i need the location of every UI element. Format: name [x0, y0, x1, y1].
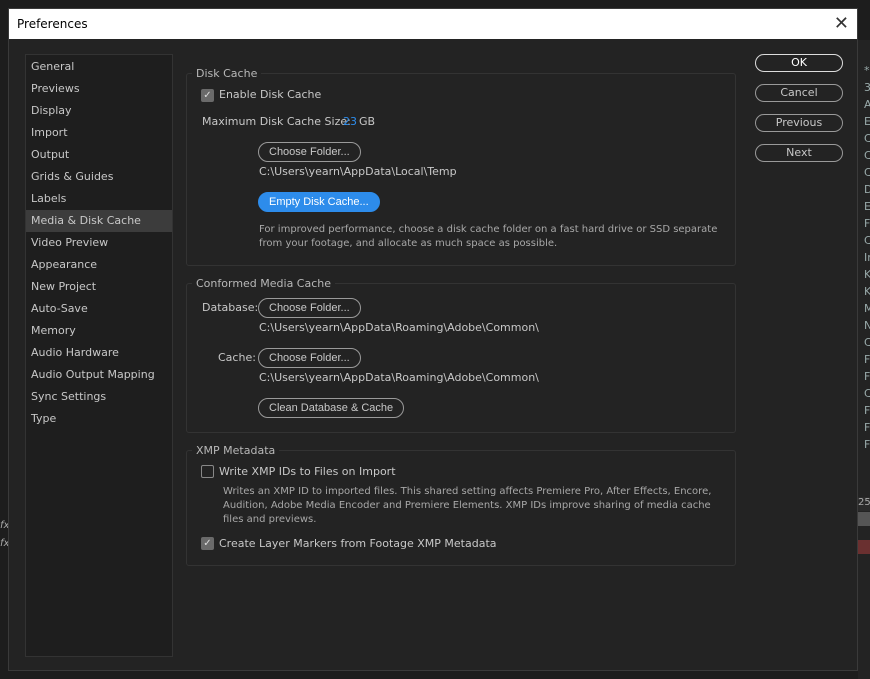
background-list-item: N [864, 319, 870, 332]
empty-disk-cache-button[interactable]: Empty Disk Cache... [258, 192, 380, 212]
background-list-item: * [864, 64, 870, 77]
sidebar-item-new-project[interactable]: New Project [26, 276, 172, 298]
background-list-item: A [864, 98, 870, 111]
sidebar-item-audio-output-mapping[interactable]: Audio Output Mapping [26, 364, 172, 386]
background-fx-label: fx [0, 520, 10, 531]
max-size-label: Maximum Disk Cache Size: [202, 115, 351, 128]
background-panel-list: * 3 A E C C C D E F C Ir K K M N C F F C F F F [858, 40, 870, 679]
max-size-value[interactable]: 23 [343, 115, 357, 128]
database-path: C:\Users\yearn\AppData\Roaming\Adobe\Com… [259, 321, 539, 334]
database-choose-folder-button[interactable]: Choose Folder... [258, 298, 361, 318]
background-readout: 250 [858, 497, 870, 511]
sidebar-item-video-preview[interactable]: Video Preview [26, 232, 172, 254]
sidebar-item-media-disk-cache[interactable]: Media & Disk Cache [26, 210, 172, 232]
close-icon[interactable]: ✕ [834, 9, 849, 39]
xmp-legend: XMP Metadata [196, 444, 276, 457]
background-red-bar [858, 540, 870, 554]
sidebar-item-general[interactable]: General [26, 56, 172, 78]
disk-cache-legend: Disk Cache [196, 67, 258, 80]
enable-disk-cache-label: Enable Disk Cache [219, 88, 322, 101]
background-list-item: 3 [864, 81, 870, 94]
sidebar: General Previews Display Import Output Grids … [25, 54, 173, 657]
disk-cache-hint: For improved performance, choose a disk … [259, 224, 718, 249]
background-list-item: D [864, 183, 870, 196]
conformed-legend: Conformed Media Cache [196, 277, 332, 290]
background-bar [858, 512, 870, 526]
sidebar-item-sync-settings[interactable]: Sync Settings [26, 386, 172, 408]
background-list-item: F [864, 353, 870, 366]
create-layer-markers-checkbox[interactable]: ✓ [201, 537, 214, 550]
dialog-title: Preferences [17, 17, 88, 31]
background-list-item: F [864, 370, 870, 383]
sidebar-item-memory[interactable]: Memory [26, 320, 172, 342]
background-list-item: Ir [864, 251, 870, 264]
sidebar-item-import[interactable]: Import [26, 122, 172, 144]
cancel-button[interactable]: Cancel [755, 84, 843, 102]
enable-disk-cache-checkbox[interactable]: ✓ [201, 89, 214, 102]
background-list-item: F [864, 217, 870, 230]
sidebar-item-auto-save[interactable]: Auto-Save [26, 298, 172, 320]
write-xmp-hint: Writes an XMP ID to imported files. This… [223, 486, 712, 525]
cache-choose-folder-button[interactable]: Choose Folder... [258, 348, 361, 368]
background-fx-label: fx [0, 538, 10, 549]
sidebar-item-grids-guides[interactable]: Grids & Guides [26, 166, 172, 188]
background-list-item: E [864, 115, 870, 128]
background-list-item: E [864, 200, 870, 213]
background-list-item: K [864, 285, 870, 298]
background-list-item: C [864, 387, 870, 400]
sidebar-item-display[interactable]: Display [26, 100, 172, 122]
write-xmp-ids-label: Write XMP IDs to Files on Import [219, 465, 396, 478]
cache-path: C:\Users\yearn\AppData\Roaming\Adobe\Com… [259, 371, 539, 384]
database-label: Database: [202, 301, 259, 314]
write-xmp-ids-checkbox[interactable] [201, 465, 214, 478]
background-list-item: M [864, 302, 870, 315]
title-bar: Preferences ✕ [9, 9, 857, 39]
clean-database-cache-button[interactable]: Clean Database & Cache [258, 398, 405, 418]
background-list-item: C [864, 336, 870, 349]
ok-button[interactable]: OK [755, 54, 843, 72]
preferences-dialog: Preferences ✕ General Previews Display Impo… [8, 8, 858, 671]
sidebar-item-appearance[interactable]: Appearance [26, 254, 172, 276]
sidebar-item-labels[interactable]: Labels [26, 188, 172, 210]
sidebar-item-type[interactable]: Type [26, 408, 172, 430]
max-size-unit: GB [359, 115, 376, 128]
disk-cache-path: C:\Users\yearn\AppData\Local\Temp [259, 165, 457, 178]
sidebar-item-output[interactable]: Output [26, 144, 172, 166]
sidebar-item-audio-hardware[interactable]: Audio Hardware [26, 342, 172, 364]
background-list-item: F [864, 421, 870, 434]
background-list-item: C [864, 234, 870, 247]
background-list-item: K [864, 268, 870, 281]
background-list-item: C [864, 166, 870, 179]
disk-cache-choose-folder-button[interactable]: Choose Folder... [258, 142, 361, 162]
background-list-item: F [864, 438, 870, 451]
background-list-item: F [864, 404, 870, 417]
background-list-item: C [864, 132, 870, 145]
next-button[interactable]: Next [755, 144, 843, 162]
cache-label: Cache: [218, 351, 256, 364]
create-layer-markers-label: Create Layer Markers from Footage XMP Me… [219, 537, 497, 550]
previous-button[interactable]: Previous [755, 114, 843, 132]
sidebar-item-previews[interactable]: Previews [26, 78, 172, 100]
background-list-item: C [864, 149, 870, 162]
